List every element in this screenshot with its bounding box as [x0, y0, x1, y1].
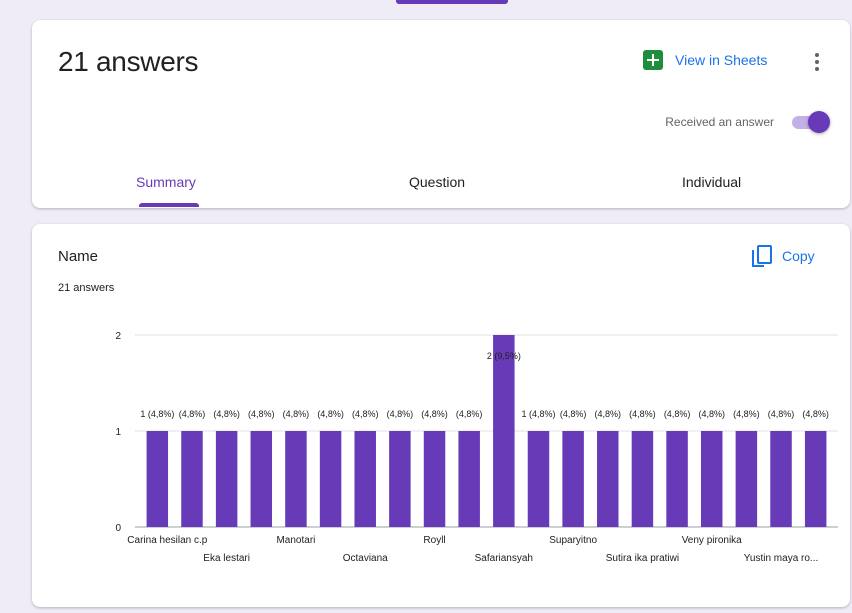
data-label-12: 1 (4,8%): [521, 409, 555, 419]
bar-18: [735, 431, 758, 527]
top-accent-bar: [396, 0, 508, 4]
data-label-3: (4,8%): [213, 409, 240, 419]
data-label-8: (4,8%): [387, 409, 414, 419]
bar-4: [250, 431, 273, 527]
category-label-4: Octaviana: [343, 553, 388, 564]
bar-19: [770, 431, 792, 527]
bar-6: [319, 431, 342, 527]
bar-17: [700, 431, 723, 527]
category-label-1: Carina hesilan c.p: [127, 535, 207, 546]
view-in-sheets-button[interactable]: View in Sheets: [643, 50, 767, 70]
data-label-7: (4,8%): [352, 409, 379, 419]
bar-15: [631, 431, 654, 527]
bar-7: [354, 431, 376, 527]
category-label-5: Royll: [423, 535, 445, 546]
bar-14: [597, 431, 619, 527]
y-tick-label-1: 1: [115, 427, 121, 438]
y-tick-label-2: 2: [115, 331, 121, 342]
data-label-6: (4,8%): [317, 409, 344, 419]
tab-summary[interactable]: Summary: [136, 174, 196, 190]
data-label-11: 2 (9,5%): [487, 351, 521, 361]
data-label-20: (4,8%): [802, 409, 829, 419]
data-label-5: (4,8%): [283, 409, 310, 419]
category-label-7: Suparyitno: [549, 535, 597, 546]
data-label-19: (4,8%): [768, 409, 795, 419]
bar-20: [804, 431, 827, 527]
data-label-15: (4,8%): [629, 409, 656, 419]
bar-13: [562, 431, 584, 527]
category-label-9: Veny pironika: [682, 535, 742, 546]
category-label-10: Yustin maya ro...: [744, 553, 818, 564]
response-count-title: 21 answers: [58, 46, 199, 77]
bar-2: [181, 431, 203, 527]
category-label-3: Manotari: [276, 535, 315, 546]
accepting-responses-label: Received an answer: [665, 115, 774, 129]
sheets-icon: [643, 50, 663, 70]
y-tick-label-0: 0: [115, 523, 121, 534]
responses-bar-chart: 0 1 2 1 (4,8%) (4,8%) (4,8%) (4,8%) (4,8%) (4,8%…: [115, 331, 838, 564]
tab-question[interactable]: Question: [409, 174, 465, 190]
responses-summary-card: 21 answers View in Sheets Received an an…: [32, 20, 850, 208]
bar-11: [493, 335, 515, 527]
category-label-2: Eka lestari: [203, 553, 250, 564]
data-label-4: (4,8%): [248, 409, 275, 419]
data-label-17: (4,8%): [698, 409, 725, 419]
data-label-18: (4,8%): [733, 409, 760, 419]
more-options-icon[interactable]: [807, 50, 827, 74]
bar-5: [285, 431, 307, 527]
data-label-1: 1 (4,8%): [140, 409, 174, 419]
bar-12: [527, 431, 550, 527]
bar-9: [423, 431, 446, 527]
accepting-responses-toggle[interactable]: [788, 110, 830, 134]
active-tab-indicator: [139, 203, 199, 207]
view-in-sheets-label: View in Sheets: [675, 52, 768, 68]
data-label-9: (4,8%): [421, 409, 448, 419]
category-label-8: Sutira ika pratiwi: [606, 553, 679, 564]
question-summary-card: Name 21 answers Copy 0121 (4,8%) (4,8%) (4…: [32, 224, 850, 607]
data-label-13: (4,8%): [560, 409, 587, 419]
bar-16: [666, 431, 688, 527]
bar-3: [215, 431, 238, 527]
data-label-16: (4,8%): [664, 409, 691, 419]
accepting-responses-row: Received an answer: [665, 110, 830, 134]
tab-individual[interactable]: Individual: [682, 174, 741, 190]
category-label-6: Safariansyah: [475, 553, 533, 564]
data-label-2: (4,8%): [179, 409, 206, 419]
bar-10: [458, 431, 480, 527]
bar-8: [389, 431, 411, 527]
toggle-thumb: [808, 111, 830, 133]
data-label-10: (4,8%): [456, 409, 483, 419]
bar-1: [146, 431, 169, 527]
data-label-14: (4,8%): [595, 409, 622, 419]
